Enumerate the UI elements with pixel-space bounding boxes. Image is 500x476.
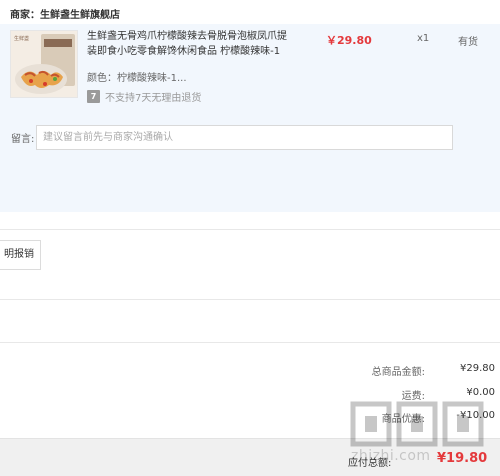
checkout-bar: 应付总额: ¥19.80 [0,438,500,476]
product-spec: 颜色：柠檬酸辣味-1... [87,69,187,84]
total-amount-row: 总商品金额: ¥29.80 [355,363,495,378]
total-amount-value: ¥29.80 [460,363,495,374]
product-price: ￥29.80 [326,34,372,47]
section-divider [0,342,500,343]
pay-total-label: 应付总额: [348,458,392,469]
pay-total-value: ¥19.80 [437,451,488,466]
message-input[interactable] [36,125,453,150]
section-divider [0,229,500,230]
return-policy: 7 不支持7天无理由退货 [87,89,201,104]
store-name[interactable]: 商家：生鲜盏生鲜旗舰店 [10,6,120,21]
product-thumbnail[interactable]: 生鲜盏 [10,30,78,98]
section-divider [0,299,500,300]
store-header: 商家：生鲜盏生鲜旗舰店 [0,0,500,24]
product-image-icon: 生鲜盏 [11,31,77,97]
total-amount-label: 总商品金额: [371,367,425,378]
stock-status: 有货 [458,37,478,48]
thumb-brand-text: 生鲜盏 [14,35,29,42]
shipping-value: ¥0.00 [466,387,495,398]
shipping-label: 运费: [401,391,425,402]
discount-label: 商品优惠: [381,414,425,425]
product-title[interactable]: 生鲜盏无骨鸡爪柠檬酸辣去骨脱骨泡椒凤爪提装即食小吃零食解馋休闲食品 柠檬酸辣味-… [87,29,287,59]
return-policy-text: 不支持7天无理由退货 [105,93,202,104]
spec-value: 柠檬酸辣味-1... [117,73,187,84]
no-return-icon: 7 [87,90,100,103]
discount-value: -¥10.00 [456,410,495,421]
shipping-row: 运费: ¥0.00 [355,387,495,402]
message-label: 留言: [11,134,35,145]
product-quantity: x1 [417,33,430,44]
invoice-reimburse-button[interactable]: 明报销 [0,240,41,270]
spec-label: 颜色： [87,73,117,84]
order-item-panel: 生鲜盏 生鲜盏无骨鸡爪柠檬酸辣去骨脱骨泡椒凤爪提装即食小吃零食解馋休闲食品 柠檬… [0,24,500,212]
discount-row: 商品优惠: -¥10.00 [355,410,495,425]
